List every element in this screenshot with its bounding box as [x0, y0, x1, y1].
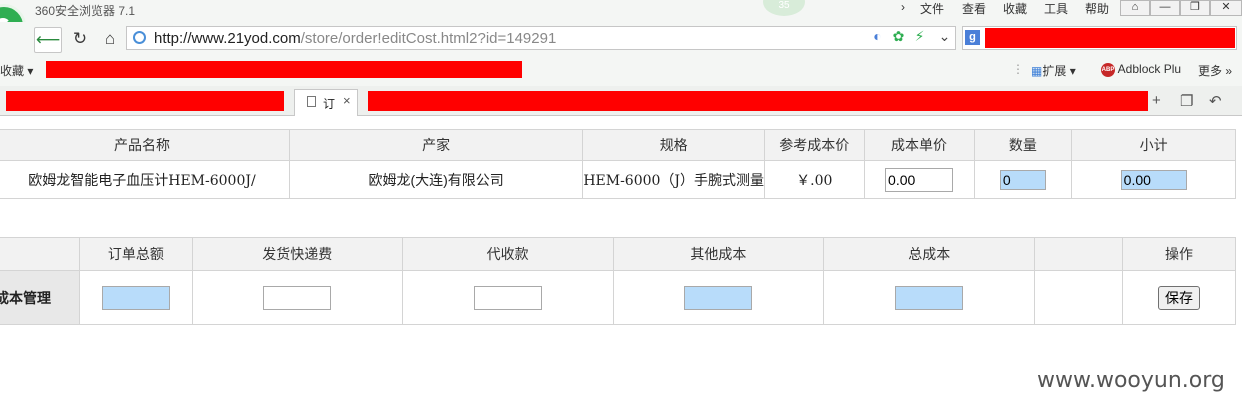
table-header-row: 产品名称 产家 规格 参考成本价 成本单价 数量 小计 — [0, 129, 1236, 161]
app-title: 360安全浏览器 7.1 — [35, 4, 136, 18]
extensions-button[interactable]: ▦扩展 ▾ — [1031, 62, 1076, 79]
col-cod: 代收款 — [401, 237, 614, 271]
col-subtotal: 小计 — [1071, 129, 1236, 161]
more-button[interactable]: 更多 » — [1198, 62, 1232, 79]
adblock-button[interactable]: ABP Adblock Plu — [1101, 62, 1181, 77]
maximize-button[interactable]: ❐ — [1180, 0, 1210, 16]
col-unit-cost: 成本单价 — [863, 129, 975, 161]
unit-cost-input[interactable] — [885, 167, 954, 192]
minimize-button[interactable]: — — [1150, 0, 1180, 16]
url-host: http://www.21yod.com — [154, 30, 301, 47]
chevron-right-icon: › — [901, 0, 905, 14]
product-name: 欧姆龙智能电子血压计HEM-6000J/ — [0, 160, 290, 199]
extensions-icon: ▦ — [1031, 64, 1043, 78]
menu-view[interactable]: 查看 — [962, 0, 986, 17]
tab-label: 订 — [323, 97, 336, 111]
redaction-tabs-right — [368, 91, 1148, 111]
redaction-tabs-left — [6, 91, 284, 111]
table-row: 欧姆龙智能电子血压计HEM-6000J/ 欧姆龙(大连)有限公司 HEM-600… — [0, 160, 1236, 199]
globe-icon — [133, 31, 146, 44]
document-icon — [307, 96, 316, 107]
blank-cell — [1034, 270, 1124, 325]
home-button[interactable]: ⌂ — [97, 27, 123, 51]
lightning-icon[interactable]: ⚡ — [911, 28, 928, 45]
subtotal-input[interactable] — [1120, 169, 1187, 190]
product-maker: 欧姆龙(大连)有限公司 — [288, 160, 584, 199]
refresh-button[interactable]: ↻ — [67, 27, 93, 51]
redaction-favorites — [46, 61, 522, 78]
tab-close-icon[interactable]: × — [343, 93, 351, 108]
col-blank — [0, 237, 80, 271]
col-maker: 产家 — [288, 129, 584, 161]
new-tab-icon[interactable]: + — [1152, 92, 1161, 109]
quantity-input[interactable] — [999, 169, 1046, 190]
col-total-cost: 总成本 — [823, 237, 1036, 271]
col-spec: 规格 — [582, 129, 766, 161]
favorites-button[interactable]: 收藏 ▾ — [0, 62, 33, 79]
cost-table: 订单总额 发货快递费 代收款 其他成本 总成本 操作 成本管理 保存 — [0, 237, 1236, 325]
menu-favorites[interactable]: 收藏 — [1003, 0, 1027, 17]
tab-active[interactable]: 订 × — [294, 89, 358, 116]
col-blank-2 — [1034, 237, 1124, 271]
col-order-total: 订单总额 — [78, 237, 193, 271]
compat-mode-icon[interactable]: ◐ — [869, 28, 886, 45]
col-action: 操作 — [1122, 237, 1236, 271]
menu-file[interactable]: 文件 — [920, 0, 944, 17]
ref-cost: ￥.00 — [764, 160, 865, 199]
url-field[interactable]: http://www.21yod.com/store/order!editCos… — [126, 26, 956, 50]
products-table: 产品名称 产家 规格 参考成本价 成本单价 数量 小计 欧姆龙智能电子血压计HE… — [0, 129, 1236, 199]
row-label: 成本管理 — [0, 270, 80, 325]
save-button[interactable]: 保存 — [1158, 285, 1201, 310]
other-cost-input[interactable] — [684, 285, 753, 310]
col-product-name: 产品名称 — [0, 129, 290, 161]
menu-help[interactable]: 帮助 — [1085, 0, 1109, 17]
col-shipping-fee: 发货快递费 — [191, 237, 403, 271]
url-path: /store/order!editCost.html2?id=149291 — [300, 30, 557, 47]
col-other-cost: 其他成本 — [612, 237, 825, 271]
table-header-row: 订单总额 发货快递费 代收款 其他成本 总成本 操作 — [0, 237, 1236, 271]
col-ref-cost: 参考成本价 — [764, 129, 865, 161]
home-icon[interactable]: ⌂ — [1120, 0, 1150, 16]
chevron-down-icon[interactable]: ⌄ — [936, 28, 953, 45]
adblock-icon: ABP — [1101, 62, 1115, 77]
redaction-search — [985, 28, 1235, 48]
shipping-fee-input[interactable] — [263, 285, 332, 310]
close-window-button[interactable]: ✕ — [1210, 0, 1242, 16]
watermark: www.wooyun.org — [1037, 368, 1225, 393]
speed-icon[interactable]: ✿ — [890, 28, 907, 45]
undo-close-tab-icon[interactable]: ↶ — [1209, 92, 1222, 110]
menu-tools[interactable]: 工具 — [1044, 0, 1068, 17]
order-total-input[interactable] — [101, 285, 170, 310]
tab-list-icon[interactable]: ❐ — [1180, 92, 1193, 110]
product-spec: HEM-6000（J）手腕式测量 — [582, 160, 766, 199]
back-button[interactable]: ⟵ — [34, 27, 62, 53]
more-dots-icon: ⋮ — [1012, 62, 1024, 76]
total-cost-input[interactable] — [895, 285, 964, 310]
cod-input[interactable] — [473, 285, 542, 310]
table-row: 成本管理 保存 — [0, 270, 1236, 325]
col-quantity: 数量 — [973, 129, 1073, 161]
search-engine-icon[interactable]: g — [965, 30, 980, 45]
